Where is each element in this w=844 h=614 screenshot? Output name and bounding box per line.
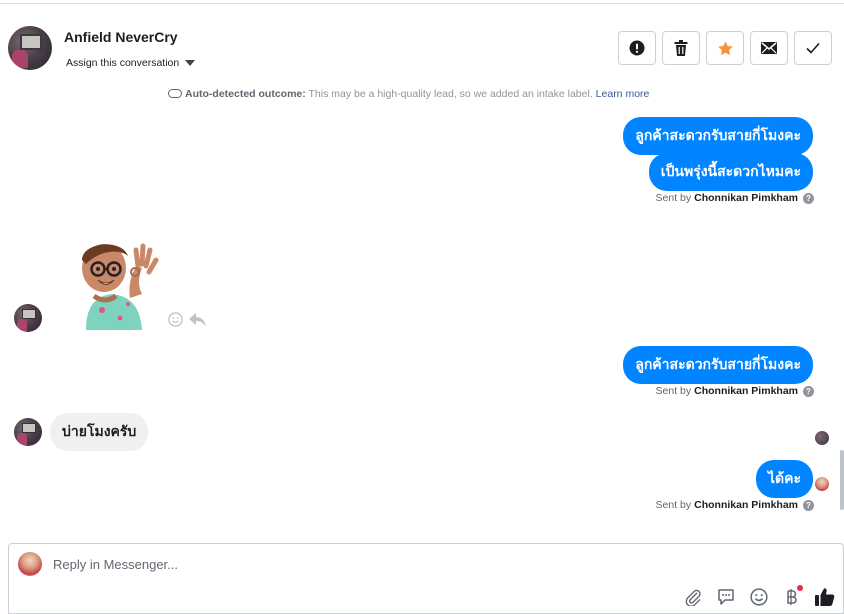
thumbs-up-icon bbox=[814, 588, 834, 606]
header-actions bbox=[618, 31, 832, 65]
trash-icon bbox=[674, 40, 688, 56]
assign-conversation-dropdown[interactable]: Assign this conversation bbox=[66, 57, 196, 69]
paperclip-icon bbox=[685, 589, 701, 606]
help-icon[interactable]: ? bbox=[803, 499, 814, 511]
link-icon bbox=[168, 89, 182, 98]
spam-button[interactable] bbox=[618, 31, 656, 65]
emoji-button[interactable] bbox=[748, 586, 769, 607]
composer-toolbar bbox=[682, 585, 835, 607]
help-icon[interactable]: ? bbox=[803, 192, 814, 204]
sender-name: Chonnikan Pimkham bbox=[694, 192, 798, 204]
sent-by-prefix: Sent by bbox=[655, 192, 692, 204]
sent-by-note: Sent by Chonnikan Pimkham ? bbox=[656, 499, 814, 511]
page-avatar bbox=[18, 552, 42, 576]
reply-input[interactable] bbox=[53, 557, 553, 572]
contact-avatar-small bbox=[14, 418, 42, 446]
contact-avatar[interactable] bbox=[8, 26, 52, 70]
delete-button[interactable] bbox=[662, 31, 700, 65]
check-icon bbox=[806, 42, 820, 54]
conversation-thread[interactable]: Auto-detected outcome: This may be a hig… bbox=[0, 86, 844, 540]
star-button[interactable] bbox=[706, 31, 744, 65]
auto-detected-outcome: Auto-detected outcome: This may be a hig… bbox=[168, 88, 649, 100]
conversation-header: Anfield NeverCry Assign this conversatio… bbox=[0, 4, 844, 90]
caret-down-icon bbox=[185, 60, 196, 66]
mark-done-button[interactable] bbox=[794, 31, 832, 65]
contact-name[interactable]: Anfield NeverCry bbox=[64, 29, 178, 45]
outgoing-message[interactable]: ลูกค้าสะดวกรับสายกี่โมงคะ bbox=[623, 117, 813, 155]
quick-reply-icon bbox=[717, 588, 734, 605]
sender-name: Chonnikan Pimkham bbox=[694, 499, 798, 511]
exclamation-icon bbox=[629, 40, 645, 56]
emoji-icon bbox=[749, 587, 768, 606]
mark-unread-button[interactable] bbox=[750, 31, 788, 65]
outgoing-message[interactable]: เป็นพรุ่งนี้สะดวกไหมคะ bbox=[648, 153, 813, 191]
star-icon bbox=[717, 40, 733, 55]
sent-by-note: Sent by Chonnikan Pimkham ? bbox=[656, 192, 814, 204]
waving-man-sticker[interactable] bbox=[72, 238, 160, 330]
help-icon[interactable]: ? bbox=[803, 385, 814, 397]
message-actions bbox=[168, 312, 207, 327]
reply-composer bbox=[8, 543, 844, 614]
sent-by-note: Sent by Chonnikan Pimkham ? bbox=[656, 385, 814, 397]
outgoing-message[interactable]: ลูกค้าสะดวกรับสายกี่โมงคะ bbox=[623, 346, 813, 384]
outcome-text: This may be a high-quality lead, so we a… bbox=[305, 88, 593, 100]
sender-name: Chonnikan Pimkham bbox=[694, 385, 798, 397]
incoming-message[interactable]: บ่ายโมงครับ bbox=[50, 413, 149, 451]
outcome-label: Auto-detected outcome: bbox=[185, 88, 306, 100]
like-button[interactable] bbox=[814, 586, 835, 607]
sent-by-prefix: Sent by bbox=[655, 385, 692, 397]
assign-label: Assign this conversation bbox=[66, 57, 180, 69]
contact-avatar-small bbox=[14, 304, 42, 332]
sent-by-prefix: Sent by bbox=[655, 499, 692, 511]
outgoing-message[interactable]: ได้คะ bbox=[755, 460, 813, 498]
seen-avatar bbox=[815, 477, 829, 491]
learn-more-link[interactable]: Learn more bbox=[596, 88, 650, 100]
saved-replies-button[interactable] bbox=[715, 586, 736, 607]
smile-react-icon[interactable] bbox=[168, 312, 183, 327]
seen-avatar bbox=[815, 431, 829, 445]
payment-button[interactable] bbox=[781, 585, 803, 607]
attach-button[interactable] bbox=[682, 586, 703, 607]
conversation-scrollbar[interactable] bbox=[840, 450, 844, 510]
notification-dot bbox=[797, 585, 803, 591]
baht-payment-icon bbox=[786, 588, 797, 605]
envelope-icon bbox=[761, 42, 777, 54]
reply-icon[interactable] bbox=[189, 312, 207, 327]
